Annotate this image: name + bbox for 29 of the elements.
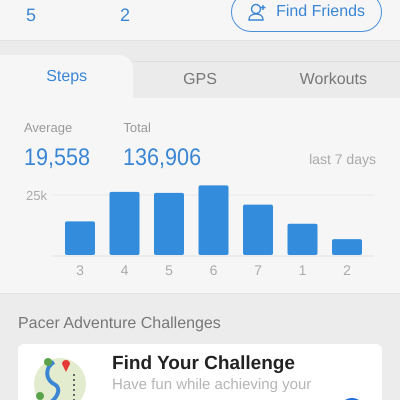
stat-value: 19,558 <box>24 144 90 172</box>
bar <box>198 184 228 254</box>
axis-label: 3 <box>76 262 84 278</box>
axis-label: 4 <box>120 262 128 278</box>
stat-value: 136,906 <box>123 144 202 172</box>
card-subtitle: Have fun while achieving your <box>112 376 312 394</box>
add-person-icon <box>248 3 268 21</box>
bar <box>332 238 362 254</box>
section-heading: Pacer Adventure Challenges <box>18 314 222 334</box>
axis-label: 5 <box>165 262 173 278</box>
bar <box>288 223 318 254</box>
axis-label: 7 <box>254 262 262 278</box>
stat-label: Average <box>24 119 74 137</box>
axis-label: 1 <box>298 262 306 278</box>
axis-label: 6 <box>210 262 218 278</box>
period-label: last 7 days <box>309 150 376 169</box>
bar <box>65 220 95 254</box>
find-friends-button[interactable]: Find Friends <box>231 0 382 32</box>
bar <box>110 191 140 254</box>
challenge-card[interactable]: Find Your Challenge Have fun while achieving your <box>18 344 382 400</box>
tab[interactable]: Steps <box>0 55 134 98</box>
axis-tick-label: 25k <box>26 188 47 202</box>
stat-value: 5 <box>25 4 38 26</box>
stat-value: 2 <box>120 4 132 26</box>
bar <box>154 192 184 254</box>
bar <box>243 204 273 254</box>
stat-label: Total <box>123 119 152 137</box>
axis-label: 2 <box>343 262 351 278</box>
card-title: Find Your Challenge <box>112 352 296 376</box>
